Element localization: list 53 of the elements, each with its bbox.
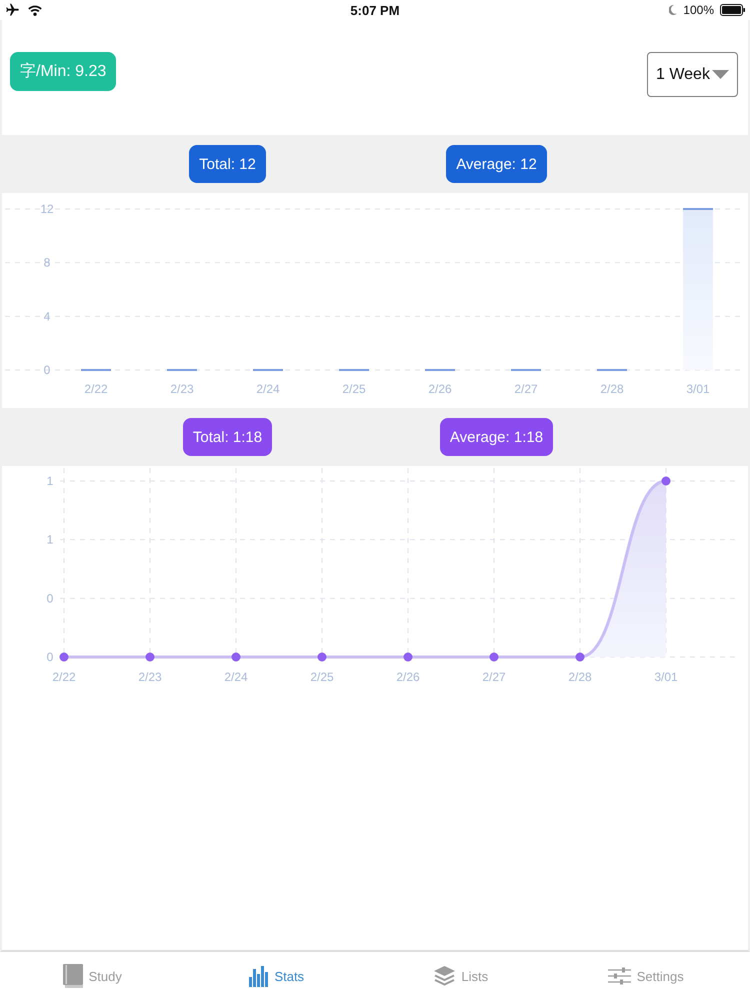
y-axis-label: 0 — [46, 591, 54, 606]
average-badge: Average: 12 — [446, 145, 547, 183]
x-axis-label: 2/26 — [396, 670, 420, 684]
x-axis-label: 2/24 — [256, 382, 280, 396]
y-axis-label: 1 — [46, 474, 54, 488]
tab[interactable]: Stats — [245, 962, 308, 990]
data-point — [490, 652, 498, 662]
data-point — [662, 476, 670, 486]
tab[interactable]: Settings — [604, 963, 688, 989]
total-badge: Total: 1:18 — [182, 418, 272, 456]
wifi-icon — [28, 4, 42, 16]
data-point — [318, 652, 326, 662]
layers-icon — [434, 966, 456, 986]
y-axis-label: 1 — [46, 532, 54, 547]
data-point — [576, 652, 584, 662]
x-axis-label: 2/27 — [482, 670, 506, 684]
battery-icon — [720, 4, 745, 16]
tab[interactable]: Lists — [430, 962, 492, 990]
x-axis-label: 2/27 — [514, 382, 538, 396]
data-point — [404, 652, 412, 662]
y-axis-label: 0 — [44, 363, 50, 377]
speed-badge: 字/Min: 9.23 — [10, 52, 116, 91]
data-point — [146, 652, 154, 662]
y-axis-label: 12 — [40, 202, 54, 216]
total-badge: Total: 12 — [189, 145, 266, 183]
book-icon — [62, 964, 83, 988]
y-axis-label: 4 — [44, 309, 50, 324]
tab[interactable]: Study — [58, 960, 126, 992]
status-time: 5:07 PM — [350, 2, 400, 18]
sliders-icon — [608, 967, 631, 985]
data-point — [60, 652, 68, 662]
x-axis-label: 2/22 — [52, 670, 76, 684]
moon-icon — [669, 5, 678, 15]
x-axis-label: 2/28 — [600, 382, 624, 396]
x-axis-label: 2/25 — [310, 670, 334, 684]
x-axis-label: 3/01 — [686, 382, 710, 396]
x-axis-label: 2/23 — [170, 382, 194, 396]
y-axis-label: 8 — [44, 256, 50, 270]
battery-percentage: 100% — [683, 3, 714, 17]
bar-chart-icon — [249, 966, 268, 986]
y-axis-label: 0 — [46, 650, 54, 664]
x-axis-label: 2/26 — [428, 382, 452, 396]
x-axis-label: 2/28 — [568, 670, 592, 684]
range-dropdown[interactable]: 1 Week — [647, 52, 738, 97]
x-axis-label: 3/01 — [654, 670, 678, 684]
caret-icon — [712, 70, 729, 79]
airplane-icon — [5, 3, 20, 17]
x-axis-label: 2/25 — [342, 382, 366, 396]
average-badge: Average: 1:18 — [440, 418, 554, 456]
x-axis-label: 2/22 — [84, 382, 108, 396]
x-axis-label: 2/24 — [224, 670, 248, 684]
x-axis-label: 2/23 — [138, 670, 162, 684]
data-point — [232, 652, 240, 662]
